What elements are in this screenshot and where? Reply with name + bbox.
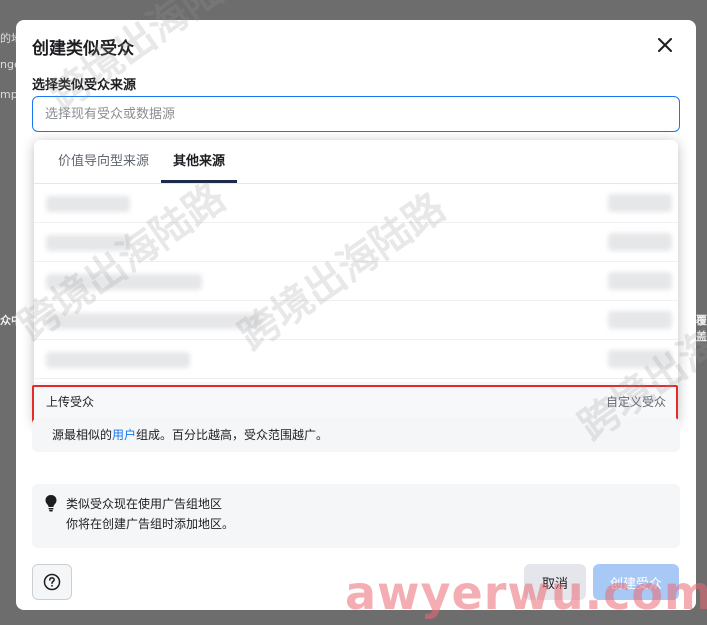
question-icon: [43, 573, 61, 591]
close-button[interactable]: [654, 34, 676, 56]
description-link[interactable]: 用户: [112, 428, 136, 442]
info-line-2: 你将在创建广告组时添加地区。: [66, 517, 235, 531]
list-item[interactable]: [34, 262, 678, 301]
location-info-box: 类似受众现在使用广告组地区 你将在创建广告组时添加地区。: [32, 484, 680, 548]
blurred-source-type: [608, 194, 672, 212]
blurred-source-type: [608, 233, 672, 251]
info-line-1: 类似受众现在使用广告组地区: [66, 497, 223, 511]
blurred-source-name: [46, 313, 262, 329]
list-item[interactable]: [34, 223, 678, 262]
help-button[interactable]: [32, 564, 72, 600]
blurred-source-name: [46, 352, 190, 368]
upload-audience-label: 上传受众: [46, 394, 95, 409]
backdrop-text-5: 覆盖: [696, 314, 707, 343]
close-icon: [658, 38, 672, 52]
description-suffix: 组成。百分比越高，受众范围越广。: [136, 428, 329, 442]
modal-title: 创建类似受众: [32, 39, 134, 59]
description-prefix: 源最相似的: [52, 428, 113, 442]
source-dropdown: 价值导向型来源 其他来源 上传受众 自定义受众: [34, 140, 678, 424]
blurred-source-name: [46, 274, 202, 290]
list-item[interactable]: [34, 301, 678, 340]
create-lookalike-modal: 创建类似受众 选择类似受众来源 价值导向型来源 其他来源: [16, 20, 696, 610]
source-search-input[interactable]: [32, 96, 680, 132]
lightbulb-icon: [45, 495, 57, 512]
blurred-source-type: [608, 311, 672, 329]
audience-size-description: 源最相似的用户组成。百分比越高，受众范围越广。: [32, 418, 680, 452]
create-audience-button[interactable]: 创建受众: [593, 564, 679, 600]
source-label: 选择类似受众来源: [32, 78, 137, 93]
source-tabs: 价值导向型来源 其他来源: [34, 140, 678, 184]
list-item[interactable]: [34, 340, 678, 379]
blurred-source-name: [46, 196, 130, 212]
tab-value-based-sources[interactable]: 价值导向型来源: [46, 140, 161, 183]
blurred-source-type: [608, 272, 672, 290]
cancel-button[interactable]: 取消: [524, 564, 586, 600]
tab-other-sources[interactable]: 其他来源: [161, 140, 238, 183]
blurred-source-type: [608, 350, 672, 368]
blurred-source-name: [46, 235, 130, 251]
source-list: [34, 184, 678, 379]
custom-audience-tag: 自定义受众: [605, 394, 666, 409]
upload-audience-option[interactable]: 上传受众 自定义受众: [34, 382, 678, 420]
list-item[interactable]: [34, 184, 678, 223]
